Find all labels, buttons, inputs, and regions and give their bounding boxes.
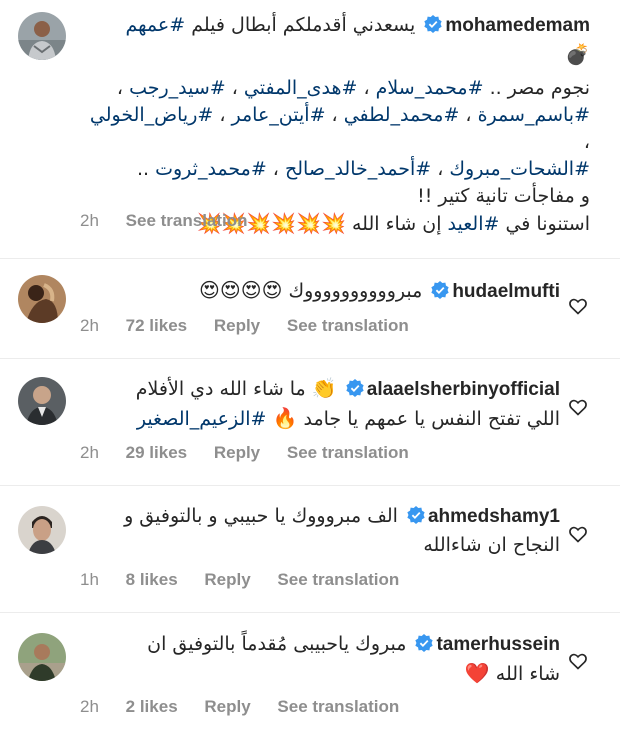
verified-badge-icon	[415, 633, 434, 660]
comment-hudaelmufti: hudaelmufti مبرووووووووووك 😍😍😍😍 2h 72 li…	[0, 258, 620, 359]
comment-body: tamerhussein مبروك ياحبيبى مُقدماً بالتو…	[80, 631, 560, 688]
caption-username[interactable]: mohamedemam	[445, 15, 590, 36]
caption-line-1: mohamedemam يسعدني أقدملكم أبطال فيلم #ع…	[80, 12, 590, 41]
avatar-hudaelmufti[interactable]	[18, 275, 66, 323]
see-translation-button[interactable]: See translation	[287, 443, 409, 462]
comment-body: hudaelmufti مبرووووووووووك 😍😍😍😍	[80, 277, 560, 307]
caption-body: mohamedemam يسعدني أقدملكم أبطال فيلم #ع…	[80, 12, 590, 238]
hashtag-link[interactable]: #سيد_رجب	[129, 77, 226, 99]
comment-time: 2h	[80, 443, 99, 462]
comment-text: ما شاء الله دي الأفلام	[135, 378, 306, 400]
comment-text: النجاح ان شاءالله	[423, 534, 560, 556]
caption-meta: 2h See translation	[80, 211, 270, 231]
comment-text: اللي تفتح النفس يا عمهم يا جامد	[303, 408, 560, 430]
comment-thread: mohamedemam يسعدني أقدملكم أبطال فيلم #ع…	[0, 0, 620, 733]
hashtag-link[interactable]: #محمد_ثروت	[155, 158, 267, 180]
like-heart-icon[interactable]	[568, 524, 588, 544]
hashtag-link[interactable]: #أحمد_خالد_صالح	[285, 158, 431, 180]
comment-text: مبرووووووووووك	[288, 280, 423, 302]
hashtag-link[interactable]: #هدى_المفتي	[244, 77, 358, 99]
comment-username[interactable]: ahmedshamy1	[428, 506, 560, 527]
comment-body: alaaelsherbinyofficial 👏 ما شاء الله دي …	[80, 375, 560, 433]
likes-count-button[interactable]: 72 likes	[126, 316, 187, 335]
avatar-ahmedshamy1[interactable]	[18, 506, 66, 554]
reply-button[interactable]: Reply	[214, 443, 260, 462]
avatar-tamerhussein[interactable]	[18, 633, 66, 681]
comment-username[interactable]: tamerhussein	[436, 634, 560, 655]
comment-username[interactable]: alaaelsherbinyofficial	[367, 379, 560, 400]
stars-prefix: نجوم مصر ..	[489, 77, 590, 99]
surprise-text: و مفاجأت تانية كتير !!	[417, 185, 590, 207]
verified-badge-icon	[407, 505, 425, 532]
comment-line-2: النجاح ان شاءالله	[80, 532, 560, 559]
caption-time: 2h	[80, 211, 99, 230]
comment-line-2: شاء الله ❤️	[80, 660, 560, 688]
comment-line-1: tamerhussein مبروك ياحبيبى مُقدماً بالتو…	[80, 631, 560, 660]
verified-badge-icon	[431, 280, 449, 307]
likes-count-button[interactable]: 8 likes	[126, 570, 178, 589]
hashtag-link[interactable]: #باسم_سمرة	[478, 104, 590, 126]
wait-text: استنونا في	[505, 213, 590, 235]
caption-line-5: #الشحات_مبروك ، #أحمد_خالد_صالح ، #محمد_…	[136, 158, 590, 180]
comment-text: شاء الله	[495, 663, 560, 685]
comment-line-1: alaaelsherbinyofficial 👏 ما شاء الله دي …	[80, 375, 560, 405]
comment-body: ahmedshamy1 الف مبروووك يا حبيبي و بالتو…	[80, 503, 560, 559]
comment-meta: 2h 2 likes Reply See translation	[80, 697, 421, 717]
comment-ahmedshamy1: ahmedshamy1 الف مبروووك يا حبيبي و بالتو…	[0, 485, 620, 613]
caption-line-6: و مفاجأت تانية كتير !!	[80, 183, 590, 210]
hashtag-link[interactable]: #الزعيم_الصغير	[137, 408, 267, 430]
caption-line-2: 💣	[80, 41, 590, 69]
see-translation-button[interactable]: See translation	[277, 570, 399, 589]
comment-alaaelsherbinyofficial: alaaelsherbinyofficial 👏 ما شاء الله دي …	[0, 358, 620, 486]
comment-meta: 1h 8 likes Reply See translation	[80, 570, 421, 590]
hashtag-link[interactable]: #الشحات_مبروك	[449, 158, 590, 180]
see-translation-button[interactable]: See translation	[277, 697, 399, 716]
likes-count-button[interactable]: 29 likes	[126, 443, 187, 462]
caption-intro-tag[interactable]: #عمهم	[126, 14, 186, 36]
comment-time: 1h	[80, 570, 99, 589]
comment-time: 2h	[80, 697, 99, 716]
reply-button[interactable]: Reply	[204, 570, 250, 589]
caption-line-4: #باسم_سمرة ، #محمد_لطفي ، #أيتن_عامر ، #…	[89, 104, 590, 153]
hashtag-link[interactable]: #محمد_سلام	[376, 77, 484, 99]
fire-emoji: 🔥	[272, 406, 298, 430]
caption-intro-text: يسعدني أقدملكم أبطال فيلم	[191, 14, 416, 36]
comment-time: 2h	[80, 316, 99, 335]
comment-text: مبروك ياحبيبى مُقدماً بالتوفيق ان	[147, 633, 407, 655]
comment-meta: 2h 29 likes Reply See translation	[80, 443, 431, 463]
likes-count-button[interactable]: 2 likes	[126, 697, 178, 716]
like-heart-icon[interactable]	[568, 651, 588, 671]
avatar-mohamedemam[interactable]	[18, 12, 66, 60]
bomb-emoji: 💣	[565, 42, 590, 66]
comment-tamerhussein: tamerhussein مبروك ياحبيبى مُقدماً بالتو…	[0, 612, 620, 734]
verified-badge-icon	[424, 14, 442, 41]
comment-line-1: ahmedshamy1 الف مبروووك يا حبيبي و بالتو…	[80, 503, 560, 532]
caption-line-3: نجوم مصر .. #محمد_سلام ، #هدى_المفتي ، #…	[116, 77, 590, 99]
hashtag-link[interactable]: #محمد_لطفي	[344, 104, 460, 126]
comment-line-2: اللي تفتح النفس يا عمهم يا جامد 🔥 #الزعي…	[80, 405, 560, 433]
clapping-emoji: 👏	[311, 376, 337, 400]
avatar-alaaelsherbinyofficial[interactable]	[18, 377, 66, 425]
see-translation-button[interactable]: See translation	[126, 211, 248, 230]
comment-line-1: hudaelmufti مبرووووووووووك 😍😍😍😍	[80, 277, 560, 307]
verified-badge-icon	[346, 378, 364, 405]
like-heart-icon[interactable]	[568, 296, 588, 316]
heart-eyes-emojis: 😍😍😍😍	[199, 278, 283, 302]
see-translation-button[interactable]: See translation	[287, 316, 409, 335]
hashtag-link[interactable]: #أيتن_عامر	[232, 104, 326, 126]
comment-meta: 2h 72 likes Reply See translation	[80, 316, 431, 336]
caption-block: mohamedemam يسعدني أقدملكم أبطال فيلم #ع…	[0, 0, 620, 245]
reply-button[interactable]: Reply	[204, 697, 250, 716]
hashtag-link[interactable]: #رياض_الخولي	[90, 104, 213, 126]
like-heart-icon[interactable]	[568, 397, 588, 417]
eid-hashtag[interactable]: #العيد	[448, 213, 500, 235]
comment-text: الف مبروووك يا حبيبي و بالتوفيق و	[124, 505, 398, 527]
comment-username[interactable]: hudaelmufti	[452, 281, 560, 302]
reply-button[interactable]: Reply	[214, 316, 260, 335]
wait-suffix: إن شاء الله	[352, 213, 442, 235]
red-heart-emoji: ❤️	[464, 661, 490, 685]
